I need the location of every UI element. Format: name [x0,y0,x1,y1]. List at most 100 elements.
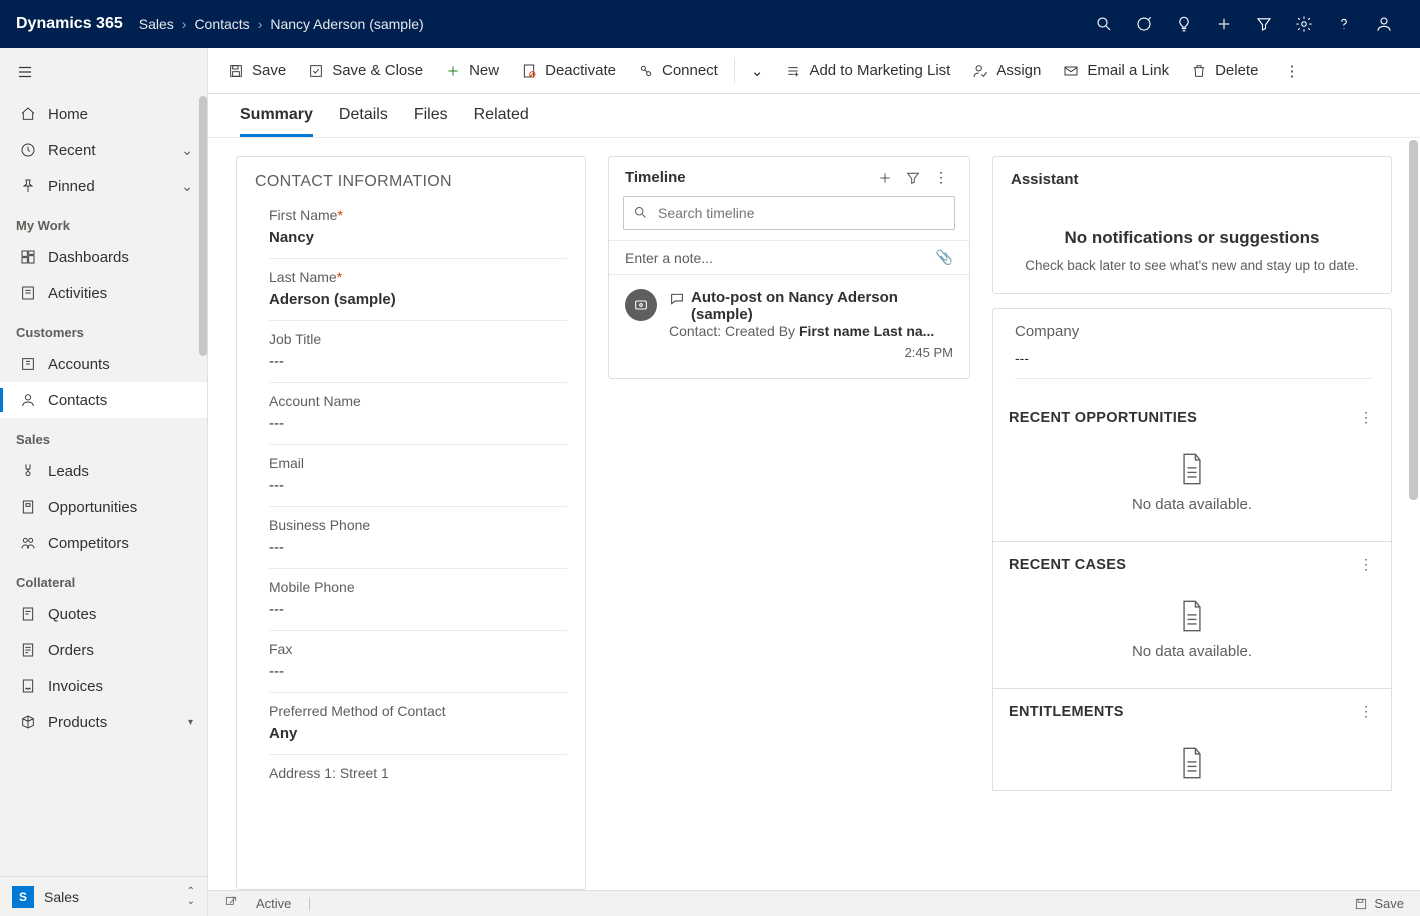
timeline-note-input[interactable]: Enter a note... 📎 [609,240,969,275]
area-switcher[interactable]: S Sales ⌃⌄ [0,876,207,916]
search-icon[interactable] [1084,0,1124,48]
help-icon[interactable] [1324,0,1364,48]
paperclip-icon[interactable]: 📎 [936,249,953,266]
field-business-phone[interactable]: Business Phone --- [269,507,567,569]
sidebar-item-activities[interactable]: Activities [0,275,207,311]
panel-more-button[interactable]: ⋮ [1359,409,1373,426]
tab-summary[interactable]: Summary [240,106,313,137]
required-icon: * [337,269,342,285]
field-fax[interactable]: Fax --- [269,631,567,693]
left-nav: Home Recent ⌄ Pinned ⌄ My Work Dashboard… [0,48,208,916]
status-save-label: Save [1374,896,1404,911]
plus-icon[interactable] [1204,0,1244,48]
add-to-marketing-list-button[interactable]: Add to Marketing List [785,62,950,79]
timeline-item[interactable]: Auto-post on Nancy Aderson (sample) Cont… [609,275,969,378]
timeline-filter-button[interactable] [899,170,927,186]
timeline-item-actor: First name Last na... [799,323,934,339]
field-value: --- [269,601,567,618]
document-icon [1178,452,1206,486]
company-field[interactable]: Company --- [992,308,1392,395]
tab-details[interactable]: Details [339,106,388,137]
tab-files[interactable]: Files [414,106,448,137]
panel-title: RECENT OPPORTUNITIES [1009,410,1197,426]
sidebar-item-competitors[interactable]: Competitors [0,525,207,561]
chevron-down-icon: ⌄ [181,178,193,195]
timeline-search[interactable] [623,196,955,230]
timeline-more-button[interactable]: ⋮ [927,169,955,186]
connect-dropdown[interactable]: ⌄ [751,62,764,80]
sidebar-item-recent[interactable]: Recent ⌄ [0,132,207,168]
app-brand: Dynamics 365 [16,15,123,33]
panel-recent-opportunities: RECENT OPPORTUNITIES ⋮ No data available… [992,395,1392,542]
person-icon[interactable] [1364,0,1404,48]
field-value: Any [269,725,567,742]
field-email[interactable]: Email --- [269,445,567,507]
field-label: Fax [269,641,292,657]
filter-icon[interactable] [1244,0,1284,48]
sidebar-item-leads[interactable]: Leads [0,453,207,489]
deactivate-button[interactable]: Deactivate [521,62,616,79]
button-label: New [469,62,499,79]
sidebar-item-products[interactable]: Products ▾ [0,704,207,740]
sidebar-item-dashboards[interactable]: Dashboards [0,239,207,275]
sidebar-scrollbar[interactable] [199,96,207,876]
timeline-add-button[interactable] [871,170,899,186]
activity-avatar-icon [625,289,657,321]
sidebar-item-opportunities[interactable]: Opportunities [0,489,207,525]
sidebar-section-title: Collateral [0,561,207,596]
popout-icon[interactable] [224,895,238,912]
sidebar-item-home[interactable]: Home [0,96,207,132]
panel-more-button[interactable]: ⋮ [1359,703,1373,720]
sidebar-item-orders[interactable]: Orders [0,632,207,668]
section-title: CONTACT INFORMATION [237,157,585,197]
target-icon[interactable] [1124,0,1164,48]
status-save-button[interactable]: Save [1354,896,1404,911]
sidebar-item-label: Products [48,714,107,731]
breadcrumb-item[interactable]: Nancy Aderson (sample) [270,16,423,32]
content-area: CONTACT INFORMATION First Name* Nancy La… [208,138,1420,890]
panel-more-button[interactable]: ⋮ [1359,556,1373,573]
breadcrumb-item[interactable]: Sales [139,16,174,32]
field-job-title[interactable]: Job Title --- [269,321,567,383]
breadcrumb-item[interactable]: Contacts [194,16,249,32]
assign-button[interactable]: Assign [972,62,1041,79]
timeline-search-input[interactable] [623,196,955,230]
overflow-menu[interactable]: ⋮ [1284,62,1299,80]
field-first-name[interactable]: First Name* Nancy [269,197,567,259]
sidebar-item-pinned[interactable]: Pinned ⌄ [0,168,207,204]
field-label: Business Phone [269,517,370,533]
panel-title: ENTITLEMENTS [1009,704,1124,720]
chevron-down-icon: ⌄ [751,62,764,80]
field-account-name[interactable]: Account Name --- [269,383,567,445]
timeline-title: Timeline [625,169,686,186]
button-label: Email a Link [1087,62,1169,79]
save-button[interactable]: Save [228,62,286,79]
sidebar-item-quotes[interactable]: Quotes [0,596,207,632]
sidebar-item-accounts[interactable]: Accounts [0,346,207,382]
field-mobile-phone[interactable]: Mobile Phone --- [269,569,567,631]
button-label: Save [252,62,286,79]
delete-button[interactable]: Delete [1191,62,1258,79]
new-button[interactable]: New [445,62,499,79]
lightbulb-icon[interactable] [1164,0,1204,48]
main-scrollbar[interactable] [1408,140,1420,890]
related-panels: Company --- RECENT OPPORTUNITIES ⋮ No da… [992,308,1392,791]
record-tabs: Summary Details Files Related [208,94,1420,138]
more-vertical-icon: ⋮ [934,169,948,186]
field-address-street1[interactable]: Address 1: Street 1 [269,755,567,799]
tab-related[interactable]: Related [474,106,529,137]
chevron-right-icon: › [182,16,187,32]
email-a-link-button[interactable]: Email a Link [1063,62,1169,79]
button-label: Deactivate [545,62,616,79]
contact-info-card: CONTACT INFORMATION First Name* Nancy La… [236,156,586,890]
save-close-button[interactable]: Save & Close [308,62,423,79]
connect-button[interactable]: Connect [638,62,718,79]
sidebar-item-contacts[interactable]: Contacts [0,382,207,418]
hamburger-icon[interactable] [0,48,207,96]
field-last-name[interactable]: Last Name* Aderson (sample) [269,259,567,321]
sidebar-item-invoices[interactable]: Invoices [0,668,207,704]
sidebar-item-label: Dashboards [48,249,129,266]
field-preferred-contact[interactable]: Preferred Method of Contact Any [269,693,567,755]
caret-down-icon: ▾ [188,717,193,728]
gear-icon[interactable] [1284,0,1324,48]
